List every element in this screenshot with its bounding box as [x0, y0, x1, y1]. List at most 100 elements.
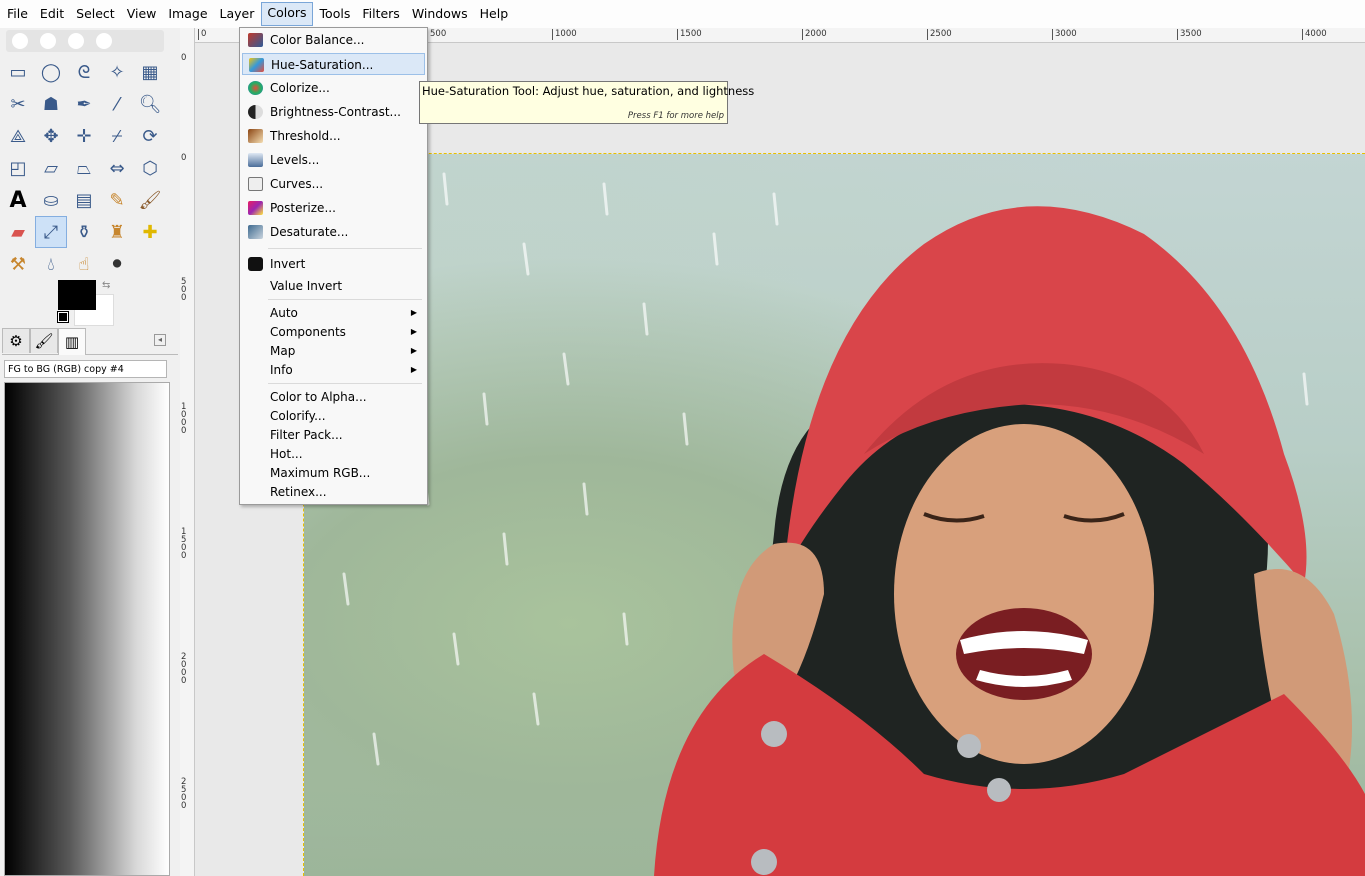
menubar: File Edit Select View Image Layer Colors… [0, 0, 1365, 29]
menu-item-posterize[interactable]: Posterize... [242, 197, 425, 219]
airbrush-icon[interactable]: ⤢ [35, 216, 67, 248]
menu-item-curves[interactable]: Curves... [242, 173, 425, 195]
bucket-fill-icon[interactable]: ⛀ [35, 184, 67, 216]
gradient-preview[interactable] [4, 382, 170, 876]
threshold-icon [248, 129, 263, 143]
menu-colors[interactable]: Colors [261, 2, 313, 26]
eraser-icon[interactable]: ▰ [2, 216, 34, 248]
ellipse-select-icon[interactable]: ◯ [35, 56, 67, 88]
scissors-select-icon[interactable]: ✂ [2, 88, 34, 120]
menu-view[interactable]: View [122, 3, 162, 25]
menu-item-hue-saturation[interactable]: Hue-Saturation... [242, 53, 425, 75]
levels-icon [248, 153, 263, 167]
cage-transform-icon[interactable]: ⬡ [134, 152, 166, 184]
foreground-color-swatch[interactable] [58, 280, 96, 310]
colors-menu: Color Balance... Hue-Saturation... Color… [239, 27, 428, 505]
paths-icon[interactable]: ✒ [68, 88, 100, 120]
toolbox: ▭ ◯ ᘓ ✧ ▦ ✂ ☗ ✒ ⁄ 🔍︎ ⟁ ✥ ✛ ⌿ ⟳ ◰ ▱ ⏢ ⇔ ⬡… [0, 28, 181, 876]
menu-tools[interactable]: Tools [315, 3, 356, 25]
color-picker-icon[interactable]: ⁄ [101, 88, 133, 120]
menu-item-info[interactable]: Info ▶ [242, 359, 425, 381]
menu-item-colorize[interactable]: Colorize... [242, 77, 425, 99]
measure-icon[interactable]: ⟁ [2, 120, 34, 152]
ruler-v-label: 0 [181, 153, 187, 163]
dock-menu-icon[interactable]: ◂ [154, 334, 166, 346]
menu-select[interactable]: Select [71, 3, 120, 25]
hue-saturation-icon [249, 58, 264, 72]
fg-bg-colors[interactable]: ⇆ [56, 280, 116, 330]
menu-help[interactable]: Help [475, 3, 514, 25]
rotate-icon[interactable]: ⟳ [134, 120, 166, 152]
ruler-h-label: 3500 [1177, 29, 1202, 40]
menu-file[interactable]: File [2, 3, 33, 25]
ruler-v-label: 0 [181, 53, 187, 63]
brightness-contrast-icon [248, 105, 263, 119]
menu-item-levels[interactable]: Levels... [242, 149, 425, 171]
hue-saturation-tooltip: Hue-Saturation Tool: Adjust hue, saturat… [419, 81, 754, 124]
scale-icon[interactable]: ◰ [2, 152, 34, 184]
gradients-tab-icon[interactable]: ▥ [58, 328, 86, 355]
move-icon[interactable]: ✥ [35, 120, 67, 152]
clone-icon[interactable]: ♜ [101, 216, 133, 248]
shear-icon[interactable]: ▱ [35, 152, 67, 184]
menu-item-retinex[interactable]: Retinex... [242, 481, 425, 503]
ruler-h-label: 0 [198, 29, 206, 40]
menu-edit[interactable]: Edit [35, 3, 69, 25]
ruler-v-label: 2500 [181, 777, 187, 811]
gradient-name-field[interactable]: FG to BG (RGB) copy #4 [4, 360, 167, 378]
menu-filters[interactable]: Filters [357, 3, 404, 25]
tool-options-tab-icon[interactable]: ⚙ [2, 328, 30, 353]
curves-icon [248, 177, 263, 191]
brushes-tab-icon[interactable]: 🖌︎ [30, 328, 58, 353]
flip-icon[interactable]: ⇔ [101, 152, 133, 184]
menu-separator [268, 299, 422, 300]
image-photo[interactable] [304, 154, 1365, 876]
free-select-icon[interactable]: ᘓ [68, 56, 100, 88]
photo-illustration [342, 172, 1365, 876]
ruler-v-label: 500 [181, 277, 187, 303]
dock-tabs: ⚙ 🖌︎ ▥ ◂ [2, 326, 178, 355]
menu-image[interactable]: Image [163, 3, 212, 25]
crop-icon[interactable]: ⌿ [101, 120, 133, 152]
heal-icon[interactable]: ✚ [134, 216, 166, 248]
ruler-v-label: 2000 [181, 652, 187, 686]
layer-boundary-top [304, 153, 1365, 154]
menu-item-brightness-contrast[interactable]: Brightness-Contrast... [242, 101, 425, 123]
ruler-h-label: 2500 [927, 29, 952, 40]
menu-item-invert[interactable]: Invert [242, 253, 425, 275]
posterize-icon [248, 201, 263, 215]
menu-windows[interactable]: Windows [407, 3, 473, 25]
menu-item-threshold[interactable]: Threshold... [242, 125, 425, 147]
color-balance-icon [248, 33, 263, 47]
menu-layer[interactable]: Layer [215, 3, 260, 25]
tool-grid: ▭ ◯ ᘓ ✧ ▦ ✂ ☗ ✒ ⁄ 🔍︎ ⟁ ✥ ✛ ⌿ ⟳ ◰ ▱ ⏢ ⇔ ⬡… [2, 56, 170, 280]
smudge-icon[interactable]: ☝ [68, 248, 100, 280]
align-icon[interactable]: ✛ [68, 120, 100, 152]
ink-icon[interactable]: ⚱ [68, 216, 100, 248]
colorize-icon [248, 81, 263, 95]
tooltip-help: Press F1 for more help [627, 111, 724, 121]
pencil-icon[interactable]: ✎ [101, 184, 133, 216]
menu-item-value-invert[interactable]: Value Invert [242, 275, 425, 297]
wilber-logo [6, 30, 164, 52]
default-colors-icon[interactable] [57, 311, 69, 323]
perspective-clone-icon[interactable]: ⚒ [2, 248, 34, 280]
vertical-ruler: 0 0 500 1000 1500 2000 2500 [180, 28, 195, 876]
swap-colors-icon[interactable]: ⇆ [102, 280, 110, 291]
submenu-arrow-icon: ▶ [410, 365, 417, 374]
zoom-icon[interactable]: 🔍︎ [134, 88, 166, 120]
dodge-burn-icon[interactable]: ⚫ [101, 248, 133, 280]
blur-sharpen-icon[interactable]: 💧︎ [35, 248, 67, 280]
blend-icon[interactable]: ▤ [68, 184, 100, 216]
foreground-select-icon[interactable]: ☗ [35, 88, 67, 120]
fuzzy-select-icon[interactable]: ✧ [101, 56, 133, 88]
paintbrush-icon[interactable]: 🖌︎ [134, 184, 166, 216]
menu-item-desaturate[interactable]: Desaturate... [242, 221, 425, 243]
menu-item-color-balance[interactable]: Color Balance... [242, 29, 425, 51]
text-icon[interactable]: A [2, 184, 34, 216]
ruler-h-label: 4000 [1302, 29, 1327, 40]
perspective-icon[interactable]: ⏢ [68, 152, 100, 184]
menu-separator [268, 248, 422, 249]
rect-select-icon[interactable]: ▭ [2, 56, 34, 88]
select-by-color-icon[interactable]: ▦ [134, 56, 166, 88]
